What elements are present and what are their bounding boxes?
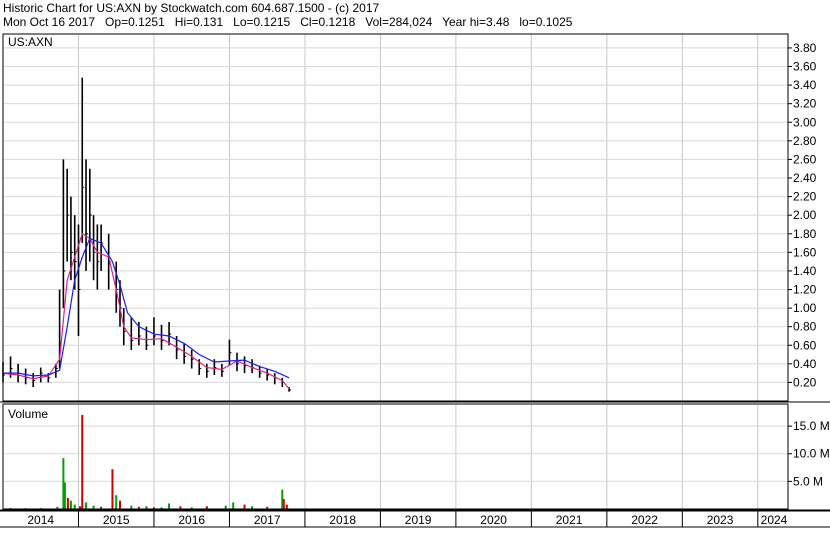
chart-grid (3, 34, 788, 509)
chart-labels: US:AXN 3.80 3.60 3.40 3.20 3.00 2.80 2.60 2.40 2.… (8, 35, 830, 527)
year-label: 2018 (329, 513, 356, 527)
price-tick-label: 2.40 (793, 171, 817, 185)
year-label: 2023 (707, 513, 734, 527)
volume-series (9, 415, 288, 509)
chart-frames (0, 33, 830, 528)
year-label: 2015 (103, 513, 130, 527)
moving-average-short-line (2, 232, 290, 390)
price-tick-label: 1.00 (793, 301, 817, 315)
price-tick-label: 3.80 (793, 41, 817, 55)
price-tick-label: 1.20 (793, 283, 817, 297)
volume-tick-label: 15.0 M (793, 419, 830, 433)
price-tick-label: 1.80 (793, 227, 817, 241)
volume-tick-label: 5.0 M (793, 474, 823, 488)
price-tick-label: 3.40 (793, 78, 817, 92)
price-tick-label: 2.60 (793, 152, 817, 166)
volume-tick-label: 10.0 M (793, 447, 830, 461)
price-tick-label: 0.20 (793, 375, 817, 389)
volume-panel-frame (2, 403, 789, 510)
price-tick-label: 2.80 (793, 134, 817, 148)
price-tick-label: 1.60 (793, 245, 817, 259)
volume-chart-title: Volume (8, 407, 48, 421)
year-label: 2019 (405, 513, 432, 527)
year-label: 2021 (556, 513, 583, 527)
price-tick-label: 0.40 (793, 357, 817, 371)
price-tick-label: 3.20 (793, 97, 817, 111)
year-label: 2024 (761, 513, 788, 527)
price-tick-label: 0.80 (793, 320, 817, 334)
price-panel-frame (2, 33, 789, 402)
year-label: 2016 (178, 513, 205, 527)
price-tick-label: 0.60 (793, 338, 817, 352)
year-label: 2022 (631, 513, 658, 527)
year-label: 2020 (480, 513, 507, 527)
price-tick-label: 1.40 (793, 264, 817, 278)
price-chart-title: US:AXN (8, 35, 53, 49)
moving-average-short (2, 232, 290, 390)
stock-chart: US:AXN 3.80 3.60 3.40 3.20 3.00 2.80 2.60 2.40 2.… (0, 33, 830, 528)
price-tick-label: 2.20 (793, 190, 817, 204)
year-label: 2017 (254, 513, 281, 527)
price-tick-label: 3.60 (793, 60, 817, 74)
price-tick-label: 3.00 (793, 115, 817, 129)
price-series (2, 77, 292, 392)
year-label: 2014 (27, 513, 54, 527)
price-tick-label: 2.00 (793, 208, 817, 222)
